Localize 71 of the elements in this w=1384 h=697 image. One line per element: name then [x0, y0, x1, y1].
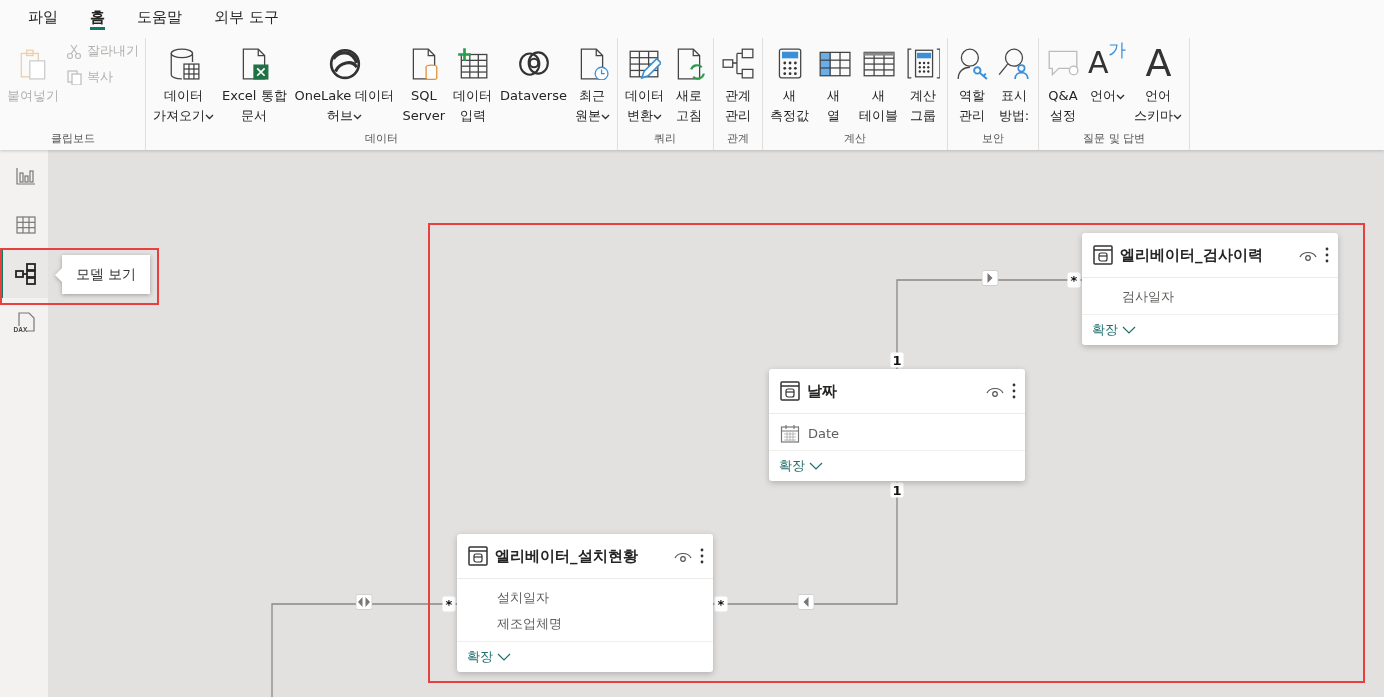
more-icon — [1324, 246, 1330, 264]
group-label: 쿼리 — [653, 131, 678, 147]
ribbon-button[interactable]: Excel 통합 문서 — [218, 38, 291, 128]
scissors-icon — [66, 43, 82, 59]
ribbon-button[interactable]: SQL Server — [398, 38, 450, 128]
diagram-icon — [720, 46, 755, 80]
expand-button[interactable]: 확장 — [467, 648, 511, 666]
table-card[interactable]: 날짜 Date 확장 — [769, 369, 1025, 481]
swirl-icon — [327, 46, 362, 80]
table-icon — [1092, 244, 1114, 266]
group-label: 보안 — [980, 131, 1005, 147]
ribbon-button[interactable]: A$^{가}$ 언어 — [1083, 38, 1131, 108]
chevron-down-icon — [1122, 325, 1136, 335]
expand-button[interactable]: 확장 — [779, 457, 823, 475]
cardinality-label: * — [714, 596, 728, 612]
table-card[interactable]: 엘리베이터_설치현황 설치일자 제조업체명 확장 — [457, 534, 713, 672]
copy-icon — [66, 69, 82, 85]
chevron-down-icon — [809, 461, 823, 471]
group-label: 질문 및 답변 — [1082, 131, 1147, 147]
ribbon-button[interactable]: 최근 원본 — [570, 38, 614, 128]
ribbon-button[interactable]: 새로 고침 — [667, 38, 710, 128]
person-search-icon — [996, 46, 1031, 80]
cardinality-label: 1 — [890, 352, 904, 368]
group-label: 클립보드 — [49, 131, 96, 147]
ribbon-tab[interactable]: 도움말 — [135, 0, 184, 30]
ribbon-button[interactable]: A 언어 스키마 — [1130, 38, 1187, 128]
ribbon-button[interactable]: Q&A 설정 — [1041, 38, 1084, 128]
field-name[interactable]: 제조업체명 — [497, 615, 562, 633]
ribbon-button[interactable]: 표시 방법: — [992, 38, 1035, 128]
double-arrow-icon — [355, 594, 373, 610]
more-icon — [699, 547, 705, 565]
tooltip: 모델 보기 — [55, 255, 151, 294]
chevron-down-icon — [497, 652, 511, 662]
nav-item[interactable] — [0, 249, 48, 298]
bracket-calculator-icon — [905, 46, 940, 80]
ribbon-button[interactable]: 데이터 입력 — [449, 38, 497, 128]
table-name: 엘리베이터_설치현황 — [495, 546, 639, 566]
more-icon — [1011, 382, 1017, 400]
table-name: 날짜 — [807, 381, 838, 401]
ribbon-button[interactable]: 관계 관리 — [716, 38, 759, 128]
field-name[interactable]: 설치일자 — [497, 589, 549, 607]
letter-icon: A$^{가}$ — [1087, 42, 1127, 84]
ribbon-button[interactable]: 데이터 가져오기 — [149, 38, 218, 128]
table-plus-icon — [455, 46, 490, 80]
field-name[interactable]: Date — [808, 425, 840, 441]
cardinality-label: * — [442, 596, 456, 612]
ribbon-button[interactable]: 새 열 — [812, 38, 855, 128]
ribbon-button[interactable]: 새 측정값 — [765, 38, 813, 128]
cardinality-label: * — [1067, 272, 1081, 288]
table-icon — [779, 380, 801, 402]
ribbon-tab[interactable]: 파일 — [26, 0, 60, 30]
cardinality-label: 1 — [890, 482, 904, 498]
table-card[interactable]: 엘리베이터_검사이력 검사일자 확장 — [1082, 233, 1338, 345]
ribbon-button[interactable]: 새 테이블 — [854, 38, 902, 128]
letter-icon: A — [1145, 42, 1172, 84]
ribbon-tab[interactable]: 외부 도구 — [212, 0, 281, 30]
ribbon-button[interactable]: 계산 그룹 — [901, 38, 944, 128]
ribbon-button[interactable]: 역할 관리 — [950, 38, 993, 128]
table-name: 엘리베이터_검사이력 — [1120, 245, 1264, 265]
calendar-icon — [780, 423, 800, 443]
ribbon-button[interactable]: Dataverse — [496, 38, 571, 108]
group-label: 계산 — [842, 131, 867, 147]
group-label: 데이터 — [363, 131, 399, 147]
ribbon-tab[interactable]: 홈 — [88, 0, 107, 30]
ribbon-button[interactable]: OneLake 데이터 허브 — [290, 38, 399, 128]
ribbon-button[interactable]: 데이터 변환 — [620, 38, 668, 128]
group-label: 관계 — [725, 131, 750, 147]
field-name[interactable]: 검사일자 — [1122, 288, 1174, 306]
expand-button[interactable]: 확장 — [1092, 321, 1136, 339]
model-view-icon — [13, 261, 38, 286]
table-icon — [467, 545, 489, 567]
